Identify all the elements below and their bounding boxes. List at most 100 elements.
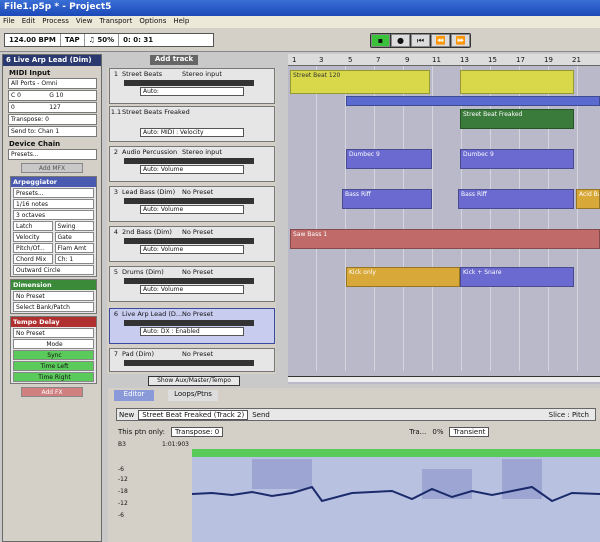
track-6[interactable]: 6 Live Arp Lead (D... No Preset Auto: DX : … [109, 308, 275, 344]
transient-select[interactable]: Transient [449, 427, 490, 437]
clip-kick-only[interactable]: Kick only [346, 267, 460, 287]
arp-octaves[interactable]: 3 octaves [13, 210, 94, 220]
select-bank[interactable]: Select Bank/Patch [13, 302, 94, 312]
left-panel: 6 Live Arp Lead (Dim) MIDI Input All Por… [2, 54, 102, 542]
rewind-button[interactable]: ⏪ [431, 34, 450, 47]
dimension-preset[interactable]: No Preset [13, 291, 94, 301]
timeline-ruler[interactable]: 1 3 5 7 9 11 13 15 17 19 21 [288, 54, 600, 66]
time-right-button[interactable]: Time Right [13, 372, 94, 382]
editor-transpose[interactable]: Transpose: 0 [171, 427, 224, 437]
chord-button[interactable]: Chord Mix [13, 254, 53, 264]
track-preset: No Preset [182, 228, 214, 236]
delay-preset[interactable]: No Preset [13, 328, 94, 338]
track-name: Drums (Dim) [122, 268, 164, 276]
menu-help[interactable]: Help [170, 16, 193, 25]
auto-select[interactable]: Auto: Volume [140, 245, 244, 254]
track-2[interactable]: 2 Audio Percussion Stereo input Auto: Volum… [109, 146, 275, 182]
track-num: 5 [113, 268, 119, 276]
swing-display[interactable]: ♫ 50% [85, 34, 120, 46]
add-fx-button[interactable]: Add FX [21, 387, 83, 397]
editor-options: This ptn only: Transpose: 0 Tra... 0% Tr… [118, 426, 598, 438]
menu-process[interactable]: Process [39, 16, 73, 25]
sync-button[interactable]: Sync [13, 350, 94, 360]
auto-select[interactable]: Auto: [140, 87, 244, 96]
outward-select[interactable]: Outward Circle [13, 265, 94, 275]
ruler-label: 5 [348, 56, 353, 64]
tempo-display[interactable]: 124.00 BPM [5, 34, 61, 46]
velocity-button[interactable]: Velocity [13, 232, 53, 242]
ruler-label: 3 [319, 56, 324, 64]
auto-select[interactable]: Auto: MIDI : Velocity [140, 128, 244, 137]
arp-presets[interactable]: Presets... [13, 188, 94, 198]
new-button[interactable]: New [119, 411, 134, 419]
vel-low[interactable]: 0 [11, 104, 49, 111]
range-high[interactable]: G 10 [49, 92, 63, 99]
gate-button[interactable]: Gate [54, 232, 94, 242]
auto-select[interactable]: Auto: Volume [140, 285, 244, 294]
arp-notes[interactable]: 1/16 notes [13, 199, 94, 209]
dimension-title: Dimension [11, 280, 96, 290]
track-3[interactable]: 3 Lead Bass (Dim) No Preset Auto: Volume [109, 186, 275, 222]
time-left-button[interactable]: Time Left [13, 361, 94, 371]
forward-button[interactable]: ⏩ [451, 34, 470, 47]
record-button[interactable]: ● [391, 34, 410, 47]
presets-select[interactable]: Presets... [8, 149, 97, 160]
menu-options[interactable]: Options [136, 16, 170, 25]
db-label: -12 [118, 500, 128, 507]
tab-editor[interactable]: Editor [114, 390, 154, 401]
clip-street-beat-freaked[interactable]: Street Beat Freaked [460, 109, 574, 129]
ports-select[interactable]: All Ports - Omni [8, 78, 97, 89]
track-7[interactable]: 7 Pad (Dim) No Preset [109, 348, 275, 372]
add-mfx-button[interactable]: Add MFX [21, 163, 83, 173]
clip-street-beat-120[interactable]: Street Beat 120 [290, 70, 430, 94]
tab-loops[interactable]: Loops/Ptns [168, 390, 218, 401]
horizontal-scrollbar[interactable] [288, 376, 600, 382]
key-range[interactable]: C 0G 10 [8, 90, 97, 101]
pitch-button[interactable]: Pitch/Of... [13, 243, 53, 253]
track-5[interactable]: 5 Drums (Dim) No Preset Auto: Volume [109, 266, 275, 302]
transpose-field[interactable]: Transpose: 0 [8, 114, 97, 125]
auto-select[interactable]: Auto: DX : Enabled [140, 327, 244, 336]
mode-button[interactable]: Mode [13, 339, 94, 349]
menu-edit[interactable]: Edit [19, 16, 40, 25]
clip-blue-strip[interactable] [346, 96, 600, 106]
track-num: 6 [113, 310, 119, 318]
track-1[interactable]: 1 Street Beats Stereo input Auto: [109, 68, 275, 104]
pattern-select[interactable]: Street Beat Freaked (Track 2) [138, 409, 249, 420]
pct-label: 0% [432, 428, 444, 436]
channel-button[interactable]: Ch: 1 [54, 254, 94, 264]
waveform-svg [192, 449, 600, 503]
add-track-button[interactable]: Add track [150, 55, 198, 65]
menu-view[interactable]: View [73, 16, 97, 25]
rewind-start-button[interactable]: ⏮ [411, 34, 430, 47]
clip-saw-bass[interactable]: Saw Bass 1 [290, 229, 600, 249]
send-to-field[interactable]: Send to: Chan 1 [8, 126, 97, 137]
clip-kick-snare[interactable]: Kick + Snare [460, 267, 574, 287]
show-aux-button[interactable]: Show Aux/Master/Tempo [148, 376, 240, 386]
latch-button[interactable]: Latch [13, 221, 53, 231]
flam-button[interactable]: Flam Amt [54, 243, 94, 253]
clip-dumbec-1[interactable]: Dumbec 9 [346, 149, 432, 169]
clip-dumbec-2[interactable]: Dumbec 9 [460, 149, 574, 169]
clip-bass-riff-1[interactable]: Bass Riff [342, 189, 432, 209]
waveform[interactable] [192, 449, 600, 542]
swing-button[interactable]: Swing [54, 221, 94, 231]
velocity-range[interactable]: 0 127 [8, 102, 97, 113]
ruler-label: 11 [432, 56, 441, 64]
menu-transport[interactable]: Transport [96, 16, 136, 25]
clip-street-beat-yellow[interactable] [460, 70, 574, 94]
clip-acid-bass[interactable]: Acid Bas [576, 189, 600, 209]
track-1-1[interactable]: 1.1 Street Beats Freaked Auto: MIDI : Velo… [109, 106, 275, 142]
auto-select[interactable]: Auto: Volume [140, 205, 244, 214]
auto-select[interactable]: Auto: Volume [140, 165, 244, 174]
range-low[interactable]: C 0 [11, 92, 49, 99]
time-display[interactable]: 0: 0: 31 [119, 34, 157, 46]
tap-button[interactable]: TAP [61, 34, 85, 46]
track-4[interactable]: 4 2nd Bass (Dim) No Preset Auto: Volume [109, 226, 275, 262]
slice-select[interactable]: Slice : Pitch [549, 411, 595, 419]
menu-file[interactable]: File [0, 16, 19, 25]
vel-high[interactable]: 127 [49, 104, 60, 111]
clip-bass-riff-2[interactable]: Bass Riff [458, 189, 574, 209]
play-button[interactable]: ▪ [371, 34, 390, 47]
send-button[interactable]: Send [252, 411, 270, 419]
